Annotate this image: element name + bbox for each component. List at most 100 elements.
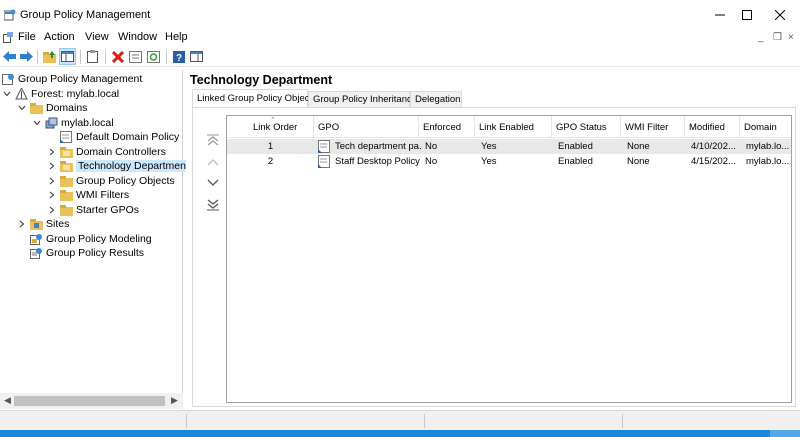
table-row[interactable]: 1 Tech department pa... No Yes Enabled N… bbox=[227, 139, 791, 154]
expand-chevron-icon[interactable] bbox=[47, 147, 57, 157]
column-header-domain[interactable]: Domain bbox=[740, 116, 791, 138]
expand-chevron-icon[interactable] bbox=[47, 190, 57, 200]
tree-item-forest[interactable]: Forest: mylab.local bbox=[2, 86, 119, 101]
ou-folder-icon bbox=[60, 146, 73, 158]
tree-label: Sites bbox=[46, 217, 70, 230]
cell-link-order: 1 bbox=[267, 141, 274, 152]
tree-item-wmi-filters[interactable]: WMI Filters bbox=[47, 187, 129, 202]
cell-gpo-name: Tech department pa... bbox=[335, 141, 421, 152]
gpo-link-icon bbox=[318, 155, 330, 168]
child-restore-button[interactable]: ❒ bbox=[773, 32, 782, 43]
expand-chevron-icon[interactable] bbox=[47, 176, 57, 186]
scroll-left-icon[interactable]: ◀ bbox=[4, 395, 11, 406]
move-to-bottom-button[interactable] bbox=[205, 198, 221, 212]
column-header-wmi-filter[interactable]: WMI Filter bbox=[621, 116, 685, 138]
tree-item-domain-mylab[interactable]: mylab.local bbox=[32, 115, 114, 130]
console-tree: Group Policy Management Forest: mylab.lo… bbox=[0, 70, 191, 410]
tree-item-gpm-root[interactable]: Group Policy Management bbox=[2, 71, 142, 86]
scroll-right-icon[interactable]: ▶ bbox=[171, 395, 178, 406]
move-up-button[interactable] bbox=[205, 155, 221, 169]
show-hide-tree-button[interactable] bbox=[59, 48, 76, 65]
close-button[interactable] bbox=[760, 0, 800, 30]
tree-item-domain-controllers[interactable]: Domain Controllers bbox=[47, 144, 166, 159]
move-down-button[interactable] bbox=[205, 176, 221, 190]
move-to-top-button[interactable] bbox=[205, 133, 221, 147]
cell-modified: 4/10/202... bbox=[691, 141, 736, 152]
copy-button[interactable] bbox=[84, 48, 101, 65]
tree-horizontal-scrollbar[interactable]: ◀ ▶ bbox=[0, 393, 183, 409]
expand-chevron-icon[interactable] bbox=[47, 161, 57, 171]
child-close-button[interactable]: × bbox=[788, 32, 794, 43]
tab-delegation[interactable]: Delegation bbox=[410, 91, 462, 107]
forward-icon bbox=[20, 51, 33, 62]
menu-action[interactable]: Action bbox=[44, 31, 75, 43]
tab-label: Group Policy Inheritance bbox=[313, 94, 418, 105]
tree-label: Technology Department bbox=[76, 159, 191, 172]
cell-enforced: No bbox=[425, 141, 438, 152]
cell-wmi-filter: None bbox=[627, 141, 650, 152]
collapse-chevron-icon[interactable] bbox=[32, 118, 42, 128]
tree-label: Group Policy Objects bbox=[76, 174, 175, 187]
move-bottom-icon bbox=[207, 199, 219, 211]
tree-label: Group Policy Results bbox=[46, 246, 145, 259]
mmc-system-menu-icon[interactable] bbox=[3, 32, 13, 43]
maximize-icon bbox=[742, 10, 752, 20]
expand-chevron-icon[interactable] bbox=[17, 219, 27, 229]
details-pane: Technology Department Linked Group Polic… bbox=[186, 70, 800, 410]
tree-item-gp-results[interactable]: Group Policy Results bbox=[30, 245, 144, 260]
tree-label: WMI Filters bbox=[76, 188, 130, 201]
help-button[interactable]: ? bbox=[170, 48, 187, 65]
tree-item-domains[interactable]: Domains bbox=[17, 100, 87, 115]
cell-domain: mylab.lo... bbox=[746, 156, 790, 167]
scrollbar-thumb[interactable] bbox=[14, 396, 165, 406]
child-minimize-button[interactable]: _ bbox=[758, 32, 764, 43]
list-header: Link Order ⌃ GPO Enforced Link Enabled G… bbox=[227, 116, 791, 138]
tree-item-group-policy-objects[interactable]: Group Policy Objects bbox=[47, 173, 175, 188]
cell-gpo-status: Enabled bbox=[558, 141, 593, 152]
svg-text:?: ? bbox=[176, 53, 182, 63]
tree-item-gp-modeling[interactable]: Group Policy Modeling bbox=[30, 231, 152, 246]
tree-label: Forest: mylab.local bbox=[31, 87, 120, 100]
close-icon bbox=[775, 10, 785, 20]
expand-chevron-icon[interactable] bbox=[47, 205, 57, 215]
tab-label: Delegation bbox=[415, 94, 461, 105]
tab-gp-inheritance[interactable]: Group Policy Inheritance bbox=[308, 91, 417, 107]
column-header-modified[interactable]: Modified bbox=[685, 116, 740, 138]
collapse-chevron-icon[interactable] bbox=[17, 103, 27, 113]
menu-help[interactable]: Help bbox=[165, 31, 188, 43]
table-row[interactable]: 2 Staff Desktop Policy No Yes Enabled No… bbox=[227, 154, 791, 169]
tab-linked-gpos[interactable]: Linked Group Policy Objects bbox=[192, 89, 317, 107]
cell-wmi-filter: None bbox=[627, 156, 650, 167]
domain-icon bbox=[45, 117, 58, 128]
forward-button[interactable] bbox=[18, 48, 35, 65]
delete-button[interactable] bbox=[109, 48, 126, 65]
help-icon: ? bbox=[172, 50, 185, 63]
cell-link-enabled: Yes bbox=[481, 141, 497, 152]
column-header-gpo[interactable]: GPO bbox=[314, 116, 419, 138]
cell-modified: 4/15/202... bbox=[691, 156, 736, 167]
column-header-enforced[interactable]: Enforced bbox=[419, 116, 475, 138]
tree-item-starter-gpos[interactable]: Starter GPOs bbox=[47, 202, 139, 217]
back-button[interactable] bbox=[1, 48, 18, 65]
collapse-chevron-icon[interactable] bbox=[2, 89, 12, 99]
cell-gpo-status: Enabled bbox=[558, 156, 593, 167]
refresh-button[interactable] bbox=[145, 48, 162, 65]
ou-folder-icon bbox=[60, 160, 73, 172]
cell-link-enabled: Yes bbox=[481, 156, 497, 167]
menu-window[interactable]: Window bbox=[118, 31, 157, 43]
cell-link-order: 2 bbox=[267, 156, 274, 167]
taskbar-active-indicator bbox=[770, 430, 800, 437]
properties-button[interactable] bbox=[127, 48, 144, 65]
toolbar: ? bbox=[0, 47, 800, 67]
properties-icon bbox=[129, 50, 142, 63]
action-pane-button[interactable] bbox=[188, 48, 205, 65]
up-folder-button[interactable] bbox=[41, 48, 58, 65]
menu-file[interactable]: File bbox=[18, 31, 36, 43]
menu-view[interactable]: View bbox=[85, 31, 109, 43]
results-icon bbox=[30, 247, 42, 259]
tree-item-technology-department[interactable]: Technology Department bbox=[47, 158, 191, 173]
column-header-link-enabled[interactable]: Link Enabled bbox=[475, 116, 552, 138]
tree-item-default-domain-policy[interactable]: Default Domain Policy bbox=[60, 129, 179, 144]
column-header-gpo-status[interactable]: GPO Status bbox=[552, 116, 621, 138]
tree-item-sites[interactable]: Sites bbox=[17, 216, 69, 231]
